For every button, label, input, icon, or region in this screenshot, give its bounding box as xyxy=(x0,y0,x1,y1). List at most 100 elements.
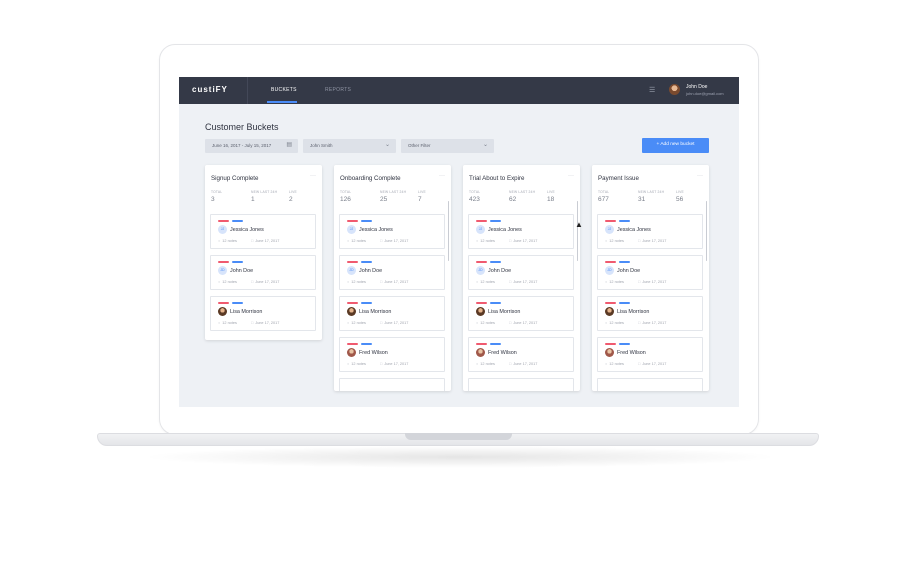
customer-card[interactable]: Fred Wilson ○ 12 notes □ June 17, 2017 xyxy=(597,337,703,372)
customer-name: Jessica Jones xyxy=(230,227,264,233)
tag-red xyxy=(347,302,358,304)
customer-card[interactable] xyxy=(468,378,574,391)
stat-new: NEW LAST 24H 1 xyxy=(251,190,277,203)
notes-label: 12 notes xyxy=(222,280,237,284)
user-avatar[interactable] xyxy=(669,84,680,95)
customer-card[interactable]: JJ Jessica Jones ○ 12 notes □ June 17, 201… xyxy=(468,214,574,249)
customer-card[interactable]: JJ Jessica Jones ○ 12 notes □ June 17, 201… xyxy=(339,214,445,249)
stat-label: LIVE xyxy=(547,190,555,194)
card-date: □ June 17, 2017 xyxy=(638,239,666,243)
tag-blue xyxy=(490,302,501,304)
scrollbar[interactable] xyxy=(705,201,707,261)
user-email: john.doe@gmail.com xyxy=(686,91,724,96)
bucket-onboarding-complete: Onboarding Complete ··· TOTAL 126 NEW LAS… xyxy=(334,165,451,391)
customer-card[interactable] xyxy=(339,378,445,391)
more-options-icon[interactable]: ··· xyxy=(439,173,445,179)
other-filter[interactable]: Other Filter ⌄ xyxy=(401,139,494,153)
owner-filter-value: John Smith xyxy=(310,143,333,148)
card-date: □ June 17, 2017 xyxy=(251,321,279,325)
stat-live: LIVE 2 xyxy=(289,190,297,203)
customer-card[interactable]: Lisa Morrison ○ 12 notes □ June 17, 2017 xyxy=(597,296,703,331)
avatar: JD xyxy=(218,266,227,275)
avatar xyxy=(476,348,485,357)
stat-label: TOTAL xyxy=(469,190,481,194)
stat-total: TOTAL 3 xyxy=(211,190,222,203)
customer-name: John Doe xyxy=(359,268,383,274)
stat-value: 25 xyxy=(380,196,388,203)
stat-label: NEW LAST 24H xyxy=(251,190,278,194)
notes-count: ○ 12 notes xyxy=(218,321,237,325)
tag-blue xyxy=(232,302,243,304)
more-options-icon[interactable]: ··· xyxy=(568,173,574,179)
calendar-icon: □ xyxy=(638,239,641,243)
avatar: JD xyxy=(476,266,485,275)
notes-label: 12 notes xyxy=(480,280,495,284)
stat-value: 31 xyxy=(638,196,646,203)
calendar-icon: ▤ xyxy=(286,142,292,148)
card-date: □ June 17, 2017 xyxy=(509,362,537,366)
customer-card[interactable]: Lisa Morrison ○ 12 notes □ June 17, 2017 xyxy=(468,296,574,331)
customer-card[interactable]: Fred Wilson ○ 12 notes □ June 17, 2017 xyxy=(339,337,445,372)
scrollbar[interactable] xyxy=(576,201,578,261)
stat-total: TOTAL 423 xyxy=(469,190,480,203)
app-logo[interactable]: custiFY xyxy=(192,85,228,94)
date-label: June 17, 2017 xyxy=(642,239,667,243)
customer-card[interactable]: JD John Doe ○ 12 notes □ June 17, 2017 xyxy=(468,255,574,290)
tag-red xyxy=(605,343,616,345)
customer-card[interactable]: Lisa Morrison ○ 12 notes □ June 17, 2017 xyxy=(210,296,316,331)
stat-label: TOTAL xyxy=(598,190,610,194)
customer-card[interactable]: Lisa Morrison ○ 12 notes □ June 17, 2017 xyxy=(339,296,445,331)
active-tab-indicator xyxy=(267,101,297,103)
scrollbar[interactable] xyxy=(447,201,449,261)
tag-blue xyxy=(619,220,630,222)
customer-name: Lisa Morrison xyxy=(359,309,392,315)
notification-bell-icon[interactable]: ☰ xyxy=(649,87,656,94)
date-label: June 17, 2017 xyxy=(513,362,538,366)
customer-card[interactable]: JJ Jessica Jones ○ 12 notes □ June 17, 201… xyxy=(210,214,316,249)
laptop-shadow xyxy=(140,446,780,468)
customer-card[interactable]: JD John Doe ○ 12 notes □ June 17, 2017 xyxy=(210,255,316,290)
calendar-icon: □ xyxy=(380,321,383,325)
customer-card[interactable]: JD John Doe ○ 12 notes □ June 17, 2017 xyxy=(597,255,703,290)
more-options-icon[interactable]: ··· xyxy=(310,173,316,179)
notes-label: 12 notes xyxy=(609,280,624,284)
tag-red xyxy=(476,343,487,345)
customer-card[interactable]: JJ Jessica Jones ○ 12 notes □ June 17, 201… xyxy=(597,214,703,249)
calendar-icon: □ xyxy=(638,280,641,284)
notes-icon: ○ xyxy=(347,321,350,325)
calendar-icon: □ xyxy=(638,362,641,366)
tab-buckets[interactable]: BUCKETS xyxy=(271,87,297,93)
card-date: □ June 17, 2017 xyxy=(380,239,408,243)
bucket-title: Signup Complete xyxy=(211,175,259,182)
customer-card[interactable] xyxy=(597,378,703,391)
top-nav: custiFY BUCKETS REPORTS ☰ John Doe john.… xyxy=(179,77,739,104)
stat-value: 18 xyxy=(547,196,555,203)
customer-card[interactable]: Fred Wilson ○ 12 notes □ June 17, 2017 xyxy=(468,337,574,372)
customer-card[interactable]: JD John Doe ○ 12 notes □ June 17, 2017 xyxy=(339,255,445,290)
tag-blue xyxy=(619,302,630,304)
tag-blue xyxy=(619,261,630,263)
notes-icon: ○ xyxy=(476,280,479,284)
stat-new: NEW LAST 24H 62 xyxy=(509,190,535,203)
chevron-down-icon: ⌄ xyxy=(384,142,390,148)
tag-blue xyxy=(490,343,501,345)
add-bucket-button[interactable]: + Add new bucket xyxy=(642,138,709,153)
stat-label: LIVE xyxy=(418,190,426,194)
tag-blue xyxy=(490,261,501,263)
owner-filter[interactable]: John Smith ⌄ xyxy=(303,139,396,153)
tag-blue xyxy=(361,220,372,222)
tab-reports[interactable]: REPORTS xyxy=(325,87,351,93)
customer-name: Fred Wilson xyxy=(617,350,646,356)
card-date: □ June 17, 2017 xyxy=(509,321,537,325)
date-range-filter[interactable]: June 16, 2017 - July 15, 2017 ▤ xyxy=(205,139,298,153)
date-label: June 17, 2017 xyxy=(384,239,409,243)
bucket-title: Trial About to Expire xyxy=(469,175,525,182)
stat-value: 1 xyxy=(251,196,255,203)
notes-count: ○ 12 notes xyxy=(347,321,366,325)
notes-icon: ○ xyxy=(476,321,479,325)
more-options-icon[interactable]: ··· xyxy=(697,173,703,179)
card-date: □ June 17, 2017 xyxy=(380,280,408,284)
notes-label: 12 notes xyxy=(351,280,366,284)
card-date: □ June 17, 2017 xyxy=(251,239,279,243)
user-name[interactable]: John Doe xyxy=(686,84,707,90)
